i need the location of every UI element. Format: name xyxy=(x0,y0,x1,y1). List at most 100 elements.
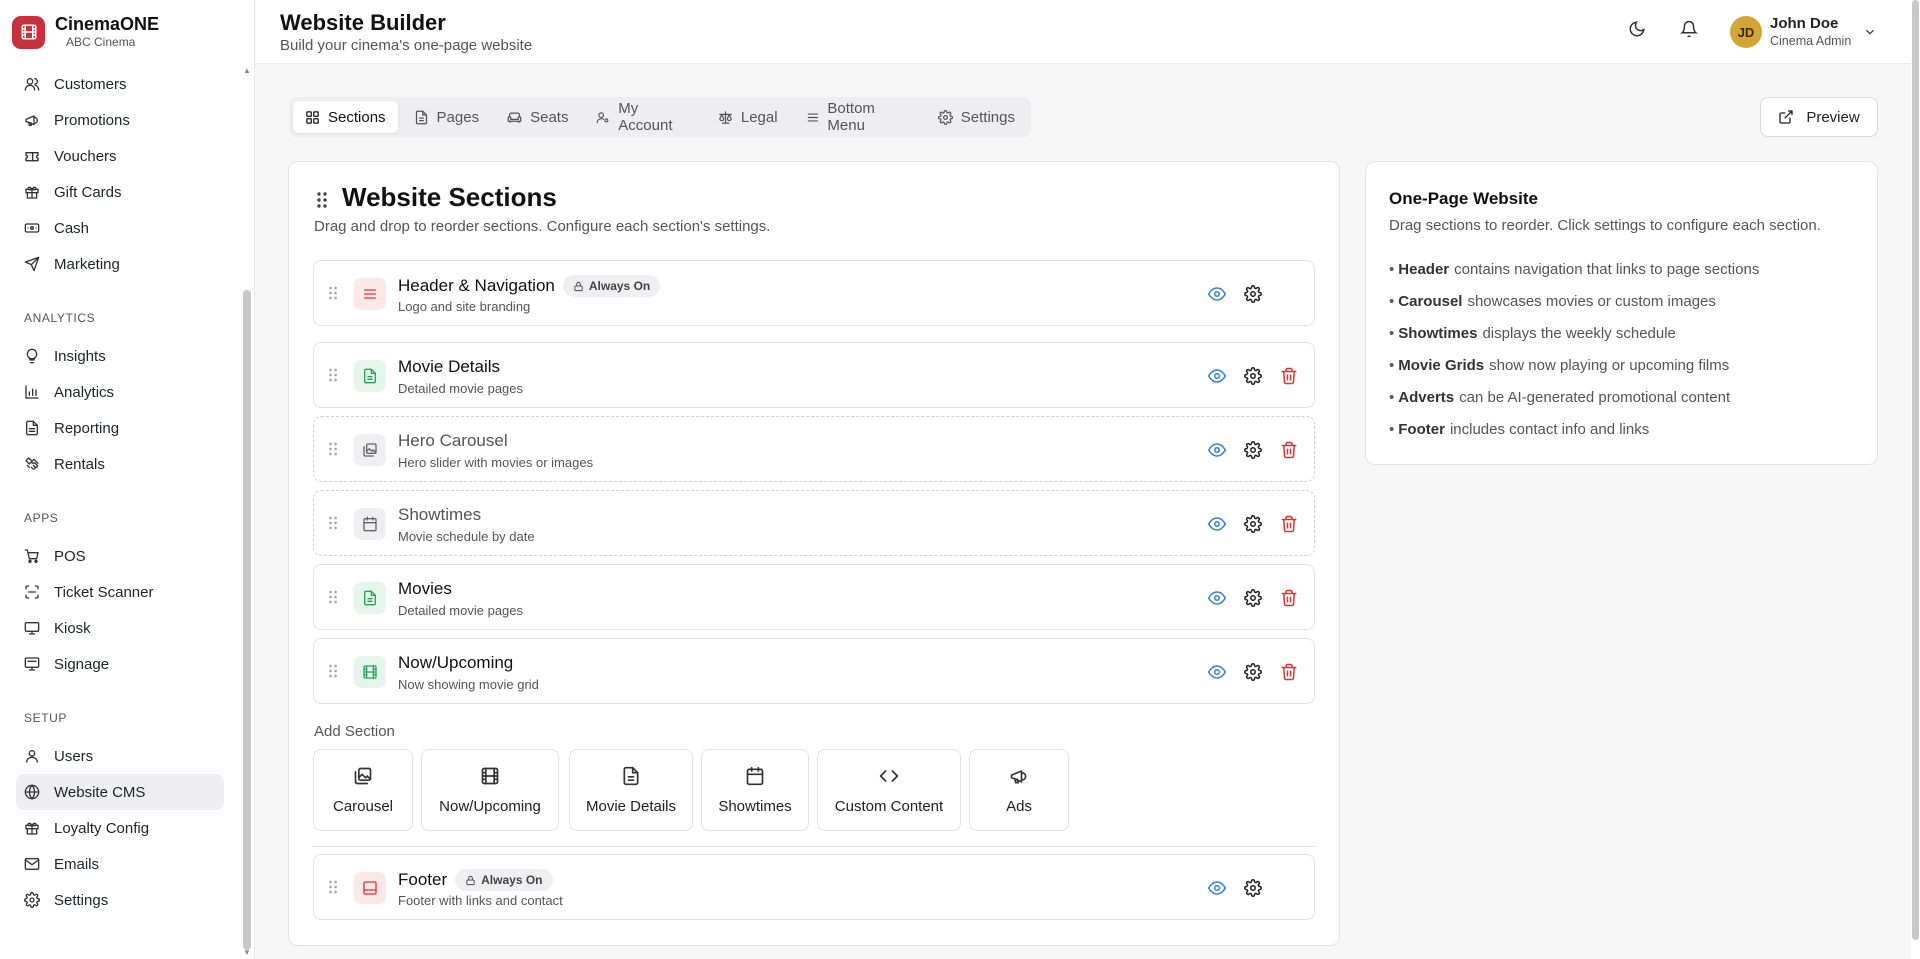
bell-icon[interactable] xyxy=(1680,20,1702,42)
add-custom-content-button[interactable]: Custom Content xyxy=(817,749,961,831)
section-row-now-upcoming[interactable]: Now/Upcoming Now showing movie grid xyxy=(313,638,1315,704)
sidebar-item-emails[interactable]: Emails xyxy=(16,846,224,882)
section-icon xyxy=(354,582,386,614)
grip-icon[interactable] xyxy=(328,285,338,301)
trash-icon[interactable] xyxy=(1280,515,1298,533)
trash-icon[interactable] xyxy=(1280,589,1298,607)
tab-my-account[interactable]: My Account xyxy=(584,100,701,134)
user-menu[interactable]: JD John Doe Cinema Admin xyxy=(1730,15,1877,49)
film-icon xyxy=(362,664,378,680)
gear-icon[interactable] xyxy=(1244,441,1262,459)
sidebar-item-vouchers[interactable]: Vouchers xyxy=(16,138,224,174)
section-name: Movies xyxy=(398,579,452,599)
gear-icon[interactable] xyxy=(1244,589,1262,607)
sidebar-item-analytics[interactable]: Analytics xyxy=(16,374,224,410)
brand[interactable]: CinemaONE ABC Cinema xyxy=(12,14,159,50)
section-row-showtimes[interactable]: Showtimes Movie schedule by date xyxy=(313,490,1315,556)
gear-icon[interactable] xyxy=(1244,515,1262,533)
section-name: Showtimes xyxy=(398,505,481,525)
section-row-movies[interactable]: Movies Detailed movie pages xyxy=(313,564,1315,630)
calendar-icon xyxy=(362,516,378,532)
eye-icon[interactable] xyxy=(1208,663,1226,681)
eye-icon[interactable] xyxy=(1208,515,1226,533)
sidebar-item-promotions[interactable]: Promotions xyxy=(16,102,224,138)
sidebar-item-users[interactable]: Users xyxy=(16,738,224,774)
tab-sections[interactable]: Sections xyxy=(293,101,398,133)
grip-icon[interactable] xyxy=(328,663,338,679)
add-showtimes-button[interactable]: Showtimes xyxy=(701,749,809,831)
tab-bar: Sections Pages Seats My Account Legal Bottom … xyxy=(289,97,1031,137)
users-icon xyxy=(24,76,40,92)
sidebar-item-kiosk[interactable]: Kiosk xyxy=(16,610,224,646)
mail-icon xyxy=(24,856,40,872)
sidebar-item-cash[interactable]: Cash xyxy=(16,210,224,246)
trash-icon[interactable] xyxy=(1280,441,1298,459)
add-carousel-button[interactable]: Carousel xyxy=(313,749,413,831)
page-scroll-thumb[interactable] xyxy=(1912,0,1919,940)
section-icon xyxy=(354,656,386,688)
moon-icon[interactable] xyxy=(1628,20,1650,42)
sidebar-item-marketing[interactable]: Marketing xyxy=(16,246,224,282)
sidebar-scroll-thumb[interactable] xyxy=(243,290,251,950)
sidebar-item-signage[interactable]: Signage xyxy=(16,646,224,682)
add-ads-button[interactable]: Ads xyxy=(969,749,1069,831)
tab-legal[interactable]: Legal xyxy=(706,101,790,133)
grip-icon[interactable] xyxy=(328,367,338,383)
sidebar-item-reporting[interactable]: Reporting xyxy=(16,410,224,446)
sidebar-item-pos[interactable]: POS xyxy=(16,538,224,574)
add-button-label: Custom Content xyxy=(834,797,944,815)
sidebar-item-rentals[interactable]: Rentals xyxy=(16,446,224,482)
gear-icon[interactable] xyxy=(1244,285,1262,303)
eye-icon[interactable] xyxy=(1208,285,1226,303)
sidebar-item-ticket-scanner[interactable]: Ticket Scanner xyxy=(16,574,224,610)
display-icon xyxy=(24,656,40,672)
grip-icon[interactable] xyxy=(328,879,338,895)
gift-icon xyxy=(24,820,40,836)
page-scrollbar[interactable] xyxy=(1911,0,1920,959)
tab-label: Bottom Menu xyxy=(827,100,875,134)
sidebar-item-settings[interactable]: Settings xyxy=(16,882,224,918)
eye-icon[interactable] xyxy=(1208,589,1226,607)
drag-handle-icon[interactable] xyxy=(316,190,328,210)
trash-icon[interactable] xyxy=(1280,663,1298,681)
sidebar-item-gift-cards[interactable]: Gift Cards xyxy=(16,174,224,210)
info-item-bold: Footer xyxy=(1398,421,1445,438)
add-section-label: Add Section xyxy=(314,723,395,740)
eye-icon[interactable] xyxy=(1208,441,1226,459)
eye-icon[interactable] xyxy=(1208,879,1226,897)
sidebar-item-website-cms[interactable]: Website CMS xyxy=(16,774,224,810)
preview-button[interactable]: Preview xyxy=(1760,97,1878,137)
gear-icon[interactable] xyxy=(1244,879,1262,897)
gear-icon[interactable] xyxy=(1244,663,1262,681)
page-subtitle: Build your cinema's one-page website xyxy=(280,37,533,54)
section-row-hero-carousel[interactable]: Hero Carousel Hero slider with movies or… xyxy=(313,416,1315,482)
grip-icon[interactable] xyxy=(328,589,338,605)
topbar: Website Builder Build your cinema's one-… xyxy=(256,0,1911,64)
trash-icon[interactable] xyxy=(1280,367,1298,385)
section-row-header-navigation[interactable]: Header & Navigation Always On Logo and si… xyxy=(313,260,1315,326)
tab-pages[interactable]: Pages xyxy=(402,101,492,133)
section-row-movie-details[interactable]: Movie Details Detailed movie pages xyxy=(313,342,1315,408)
tab-settings[interactable]: Settings xyxy=(926,101,1027,133)
section-name-text: Header & Navigation xyxy=(398,276,555,295)
scroll-down-icon[interactable]: ▼ xyxy=(242,948,252,958)
grip-icon[interactable] xyxy=(328,515,338,531)
add-now-upcoming-button[interactable]: Now/Upcoming xyxy=(421,749,559,831)
sidebar-item-customers[interactable]: Customers xyxy=(16,66,224,102)
section-desc: Detailed movie pages xyxy=(398,603,524,618)
add-movie-details-button[interactable]: Movie Details xyxy=(569,749,693,831)
scroll-up-icon[interactable]: ▲ xyxy=(242,66,252,76)
sidebar-item-insights[interactable]: Insights xyxy=(16,338,224,374)
tab-label: Pages xyxy=(436,108,480,126)
section-row-footer[interactable]: Footer Always On Footer with links and co… xyxy=(313,854,1315,920)
sidebar-scrollbar[interactable]: ▲ ▼ xyxy=(242,62,252,959)
grip-icon[interactable] xyxy=(328,441,338,457)
gear-icon[interactable] xyxy=(1244,367,1262,385)
sidebar-item-label: Customers xyxy=(54,75,127,93)
sidebar-item-loyalty-config[interactable]: Loyalty Config xyxy=(16,810,224,846)
handshake-icon xyxy=(24,456,40,472)
tab-label: Sections xyxy=(328,108,386,126)
tab-bottom-menu[interactable]: Bottom Menu xyxy=(794,100,922,134)
eye-icon[interactable] xyxy=(1208,367,1226,385)
tab-seats[interactable]: Seats xyxy=(495,101,580,133)
